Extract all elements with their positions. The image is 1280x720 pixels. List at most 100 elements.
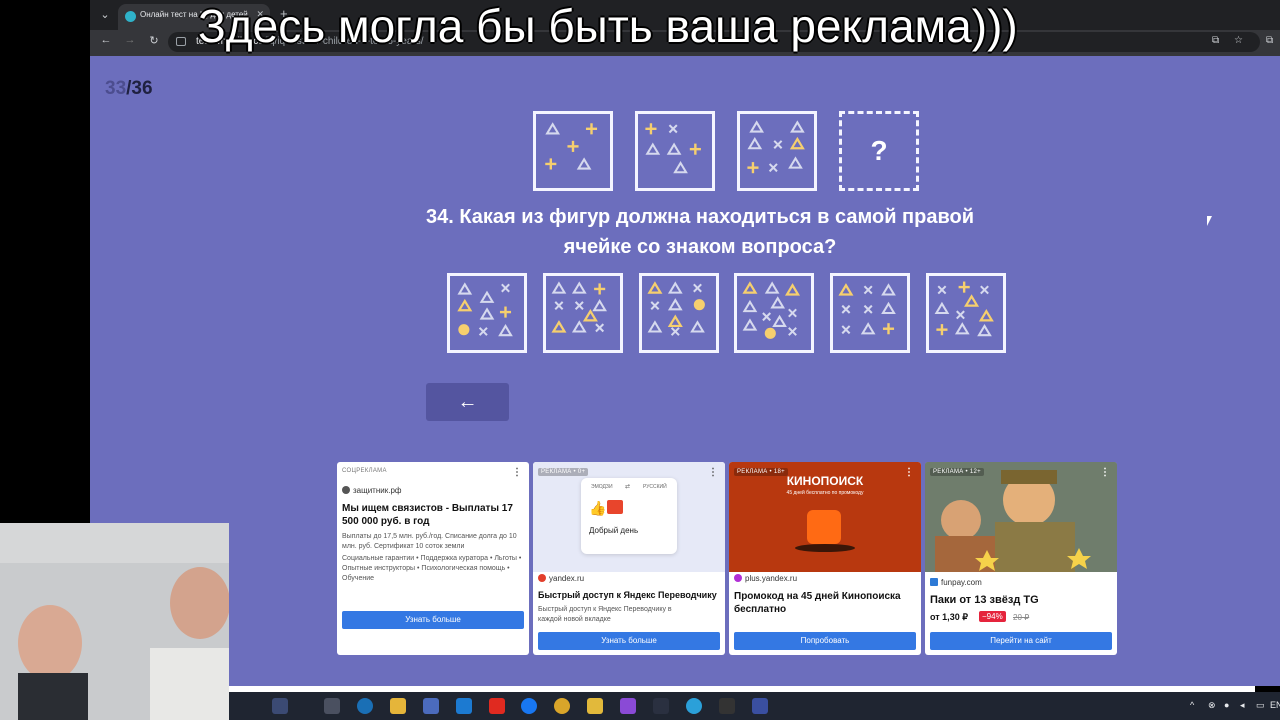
ad-menu-icon[interactable]: ⋮ <box>708 467 718 478</box>
ad-text: Быстрый доступ к Яндекс Переводчику в ка… <box>538 606 672 623</box>
answer-option-4[interactable] <box>734 273 814 353</box>
ad-menu-icon[interactable]: ⋮ <box>512 467 522 478</box>
stage-shape <box>795 544 855 552</box>
answer-option-5[interactable] <box>830 273 910 353</box>
ad-image <box>925 462 1117 572</box>
back-button[interactable]: ← <box>426 383 509 421</box>
battery-icon[interactable]: ▭ <box>1256 700 1265 711</box>
ad-headline[interactable]: Мы ищем связистов - Выплаты 17 500 000 р… <box>342 502 524 528</box>
quiz-page: 33/36 ? 34. Какая из фигур должна находи… <box>90 56 1280 686</box>
telegram-icon[interactable] <box>686 698 702 714</box>
sequence-cell-1 <box>533 111 613 191</box>
forward-nav-icon[interactable]: → <box>122 34 138 46</box>
tray-chevron-icon[interactable]: ^ <box>1190 700 1194 710</box>
ad-headline[interactable]: Быстрый доступ к Яндекс Переводчику <box>538 589 720 602</box>
kinopoisk-brand: КИНОПОИСК <box>786 474 864 488</box>
reload-icon[interactable]: ↻ <box>146 34 162 47</box>
ad-cta-button[interactable]: Попробовать <box>734 632 916 650</box>
site-info-icon[interactable] <box>176 37 186 46</box>
language-indicator[interactable]: EN <box>1270 700 1280 710</box>
ad-card-2[interactable]: ЭМОДЗИ ⇄ РУССКИЙ 👍 Добрый день РЕКЛАМА •… <box>533 462 725 655</box>
ad-source: защитник.рф <box>342 486 401 495</box>
answer-option-2-shapes <box>551 281 607 333</box>
thumbs-up-emoji-icon: 👍 <box>589 500 607 516</box>
ad-source-text: funpay.com <box>941 578 982 587</box>
ad-cta-button[interactable]: Перейти на сайт <box>930 632 1112 650</box>
sequence-cell-2 <box>635 111 715 191</box>
back-nav-icon[interactable]: ← <box>98 34 114 46</box>
lang-to: РУССКИЙ <box>643 484 667 490</box>
old-price: 20 ₽ <box>1013 613 1030 622</box>
ad-card-1[interactable]: СОЦРЕКЛАМА ⋮ защитник.рф Мы ищем связист… <box>337 462 529 655</box>
answer-option-2[interactable] <box>543 273 623 353</box>
stream-overlay-caption: Здесь могла бы быть ваша реклама))) <box>198 0 1018 52</box>
answer-option-1[interactable] <box>447 273 527 353</box>
obs-icon[interactable] <box>719 698 735 714</box>
question-line-1: 34. Какая из фигур должна находиться в с… <box>425 206 975 228</box>
sequence-cell-question: ? <box>839 111 919 191</box>
ad-source-text: yandex.ru <box>549 574 585 583</box>
ad-label: РЕКЛАМА • 0+ <box>538 468 589 476</box>
yandex-logo-icon <box>538 574 546 582</box>
ad-card-3[interactable]: КИНОПОИСК 45 дней бесплатно по промокоду… <box>729 462 921 655</box>
ad-source: plus.yandex.ru <box>734 574 797 583</box>
extensions-icon[interactable]: ⧉ <box>1266 35 1273 46</box>
store-icon[interactable] <box>423 698 439 714</box>
app-icon-3[interactable] <box>752 698 768 714</box>
youtube-icon[interactable] <box>489 698 505 714</box>
ad-card-4[interactable]: РЕКЛАМА • 12+ ⋮ funpay.com Паки от 13 зв… <box>925 462 1117 655</box>
answer-option-1-shapes <box>457 282 513 337</box>
answer-option-3[interactable] <box>639 273 719 353</box>
mouse-cursor-icon <box>1207 216 1212 226</box>
question-mark: ? <box>870 135 888 166</box>
mail-icon[interactable] <box>456 698 472 714</box>
ad-label: РЕКЛАМА • 18+ <box>734 468 788 476</box>
install-app-icon[interactable]: ⧉ <box>1212 35 1219 46</box>
ad-headline[interactable]: Промокод на 45 дней Кинопоиска бесплатно <box>734 590 916 616</box>
counter-total: /36 <box>126 78 153 99</box>
mic-icon[interactable]: ● <box>1224 700 1229 710</box>
chrome-icon[interactable] <box>554 698 570 714</box>
answer-option-6[interactable] <box>926 273 1006 353</box>
counter-current: 33 <box>105 78 127 99</box>
app-icon-2[interactable] <box>653 698 669 714</box>
ad-cta-button[interactable]: Узнать больше <box>342 611 524 629</box>
ad-text-2: Социальные гарантии • Поддержка куратора… <box>342 555 522 582</box>
question-counter: 33/36 <box>105 78 153 100</box>
answer-option-3-shapes <box>647 281 705 336</box>
sequence-cell-2-shapes <box>645 123 701 174</box>
ad-image: КИНОПОИСК 45 дней бесплатно по промокоду <box>729 462 921 572</box>
swap-icon: ⇄ <box>625 484 631 490</box>
ad-cta-button[interactable]: Узнать больше <box>538 632 720 650</box>
bookmark-star-icon[interactable]: ☆ <box>1234 35 1243 46</box>
kinopoisk-logo-icon <box>807 510 841 544</box>
ad-label: РЕКЛАМА • 12+ <box>930 468 984 476</box>
discord-icon[interactable] <box>620 698 636 714</box>
answer-option-5-shapes <box>838 283 896 335</box>
answer-option-4-shapes <box>742 281 801 339</box>
task-view-icon[interactable] <box>324 698 340 714</box>
edge-icon[interactable] <box>357 698 373 714</box>
ad-headline[interactable]: Паки от 13 звёзд TG <box>930 594 1112 607</box>
tab-search-icon[interactable]: ⌄ <box>96 6 114 24</box>
source-logo-icon <box>342 486 350 494</box>
translator-preview: ЭМОДЗИ ⇄ РУССКИЙ 👍 Добрый день <box>581 478 677 554</box>
kinopoisk-subtitle: 45 дней бесплатно по промокоду <box>786 490 864 496</box>
ad-menu-icon[interactable]: ⋮ <box>1100 467 1110 478</box>
answer-option-6-shapes <box>934 281 994 337</box>
ad-source: funpay.com <box>930 578 982 587</box>
ad-menu-icon[interactable]: ⋮ <box>904 467 914 478</box>
sequence-cell-1-shapes <box>545 122 598 170</box>
discount-badge: −94% <box>979 611 1006 622</box>
file-explorer-icon[interactable] <box>390 698 406 714</box>
ad-image: ЭМОДЗИ ⇄ РУССКИЙ 👍 Добрый день <box>533 462 725 572</box>
webcam-overlay <box>0 523 229 720</box>
volume-icon[interactable]: ◂ <box>1240 700 1245 711</box>
sunrise-emoji-icon <box>607 500 623 514</box>
network-icon[interactable]: ⊗ <box>1208 700 1216 711</box>
ad-text: Выплаты до 17,5 млн. руб./год. Списание … <box>342 533 517 550</box>
question-text: 34. Какая из фигур должна находиться в с… <box>400 202 1000 262</box>
facebook-icon[interactable] <box>521 698 537 714</box>
app-icon[interactable] <box>587 698 603 714</box>
copilot-sparkle-icon[interactable] <box>272 698 288 714</box>
